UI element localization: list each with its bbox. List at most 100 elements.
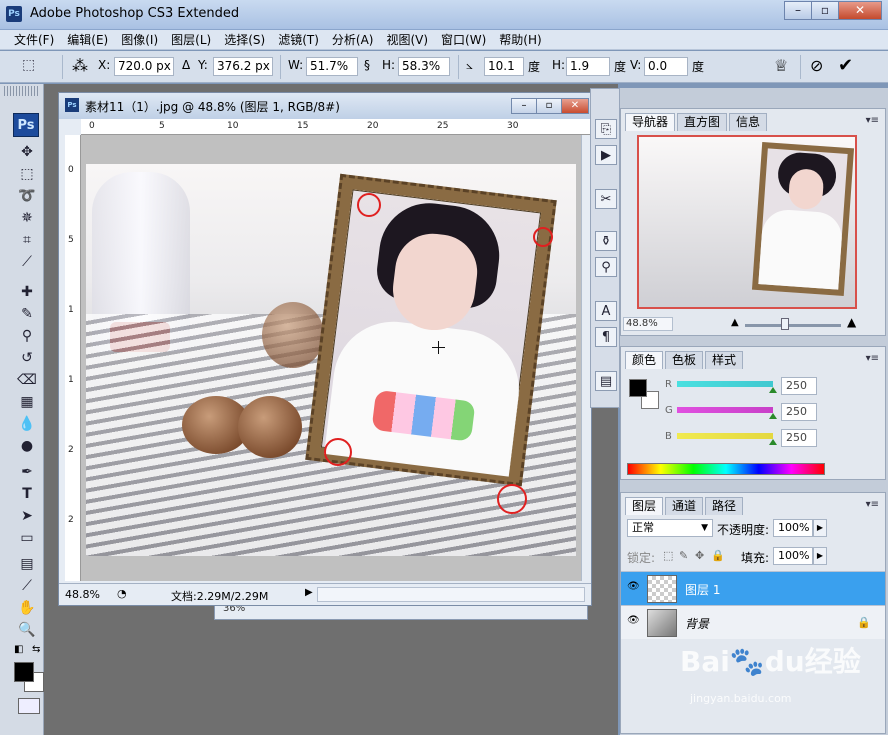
navigator-thumbnail[interactable] <box>637 135 857 309</box>
panel-menu-icon[interactable]: ▾≡ <box>866 353 879 364</box>
width-field[interactable]: 51.7% <box>306 57 358 76</box>
character-panel-icon[interactable]: A <box>595 301 617 321</box>
notes-tool-icon[interactable]: ▤ <box>16 554 38 574</box>
brush-tool-icon[interactable]: ✎ <box>16 304 38 324</box>
tab-layers[interactable]: 图层 <box>625 497 664 515</box>
tab-styles[interactable]: 样式 <box>705 351 744 369</box>
lasso-tool-icon[interactable]: ➰ <box>16 186 38 206</box>
clone-stamp-icon[interactable]: ⚲ <box>16 326 38 346</box>
menu-window[interactable]: 窗口(W) <box>441 31 486 48</box>
type-tool-icon[interactable]: T <box>16 484 38 504</box>
cancel-transform-icon[interactable]: ⊘ <box>810 56 823 75</box>
history-brush-icon[interactable]: ↺ <box>16 348 38 368</box>
transform-tool-icon[interactable]: ⬚ <box>22 57 35 73</box>
actions-panel-icon[interactable]: ▶ <box>595 145 617 165</box>
green-slider-knob[interactable] <box>769 413 777 419</box>
red-value-field[interactable]: 250 <box>781 377 817 395</box>
blue-slider-knob[interactable] <box>769 439 777 445</box>
navigator-zoom-slider[interactable] <box>745 324 841 327</box>
default-colors-icon[interactable]: ◧ <box>14 644 23 655</box>
transform-handle-bottom-left[interactable] <box>324 438 352 466</box>
commit-transform-icon[interactable]: ✔ <box>838 55 853 76</box>
doc-close-button[interactable]: ✕ <box>561 98 589 114</box>
horizontal-scrollbar[interactable] <box>317 587 585 602</box>
rotate-field[interactable]: 10.1 <box>484 57 524 76</box>
menu-filter[interactable]: 滤镜(T) <box>278 31 319 48</box>
menu-file[interactable]: 文件(F) <box>14 31 54 48</box>
height-field[interactable]: 58.3% <box>398 57 450 76</box>
lock-position-icon[interactable]: ✥ <box>695 549 704 562</box>
link-icon[interactable]: § <box>364 58 370 72</box>
slice-tool-icon[interactable]: ⟋ <box>16 252 38 272</box>
opacity-slider-button[interactable]: ▶ <box>813 519 827 537</box>
tab-channels[interactable]: 通道 <box>665 497 704 515</box>
menu-image[interactable]: 图像(I) <box>121 31 158 48</box>
zoom-out-icon[interactable]: ▲ <box>731 317 739 328</box>
menu-analysis[interactable]: 分析(A) <box>332 31 374 48</box>
marquee-tool-icon[interactable]: ⬚ <box>16 164 38 184</box>
red-slider[interactable] <box>677 381 773 387</box>
toolbox-grip[interactable] <box>4 86 39 96</box>
x-position-field[interactable]: 720.0 px <box>114 57 174 76</box>
tab-info[interactable]: 信息 <box>729 113 768 131</box>
shape-tool-icon[interactable]: ▭ <box>16 528 38 548</box>
color-foreground-swatch[interactable] <box>629 379 647 397</box>
transform-handle-bottom-right[interactable] <box>497 484 527 514</box>
zoom-tool-icon[interactable]: 🔍 <box>16 620 38 640</box>
eye-icon[interactable]: 👁 <box>627 582 640 592</box>
tab-histogram[interactable]: 直方图 <box>677 113 728 131</box>
fill-field[interactable]: 100% <box>773 547 813 565</box>
swap-colors-icon[interactable]: ⇆ <box>32 644 40 655</box>
color-spectrum-bar[interactable] <box>627 463 825 475</box>
paragraph-panel-icon[interactable]: ¶ <box>595 327 617 347</box>
foreground-color-swatch[interactable] <box>14 662 34 682</box>
menu-select[interactable]: 选择(S) <box>224 31 265 48</box>
quick-mask-icon[interactable] <box>18 698 40 714</box>
menu-help[interactable]: 帮助(H) <box>499 31 541 48</box>
magic-wand-tool-icon[interactable]: ✵ <box>16 208 38 228</box>
panel-menu-icon[interactable]: ▾≡ <box>866 499 879 510</box>
transform-handle-top-left[interactable] <box>357 193 381 217</box>
menu-layer[interactable]: 图层(L) <box>171 31 211 48</box>
v-skew-field[interactable]: 0.0 <box>644 57 688 76</box>
layer-comps-icon[interactable]: ▤ <box>595 371 617 391</box>
dodge-tool-icon[interactable]: ● <box>16 436 38 456</box>
blend-mode-select[interactable]: 正常 ▼ <box>627 519 713 537</box>
lock-all-icon[interactable]: 🔒 <box>711 549 725 562</box>
gradient-tool-icon[interactable]: ▦ <box>16 392 38 412</box>
eraser-tool-icon[interactable]: ⌫ <box>16 370 38 390</box>
blur-tool-icon[interactable]: 💧 <box>16 414 38 434</box>
clone-source-icon[interactable]: ⚲ <box>595 257 617 277</box>
tab-swatches[interactable]: 色板 <box>665 351 704 369</box>
crop-tool-icon[interactable]: ⌗ <box>16 230 38 250</box>
menu-view[interactable]: 视图(V) <box>386 31 428 48</box>
blue-slider[interactable] <box>677 433 773 439</box>
path-select-icon[interactable]: ➤ <box>16 506 38 526</box>
eye-icon[interactable]: 👁 <box>627 616 640 626</box>
healing-brush-icon[interactable]: ✚ <box>16 282 38 302</box>
tab-navigator[interactable]: 导航器 <box>625 113 676 131</box>
navigator-zoom-field[interactable]: 48.8% <box>623 317 673 331</box>
lock-pixels-icon[interactable]: ✎ <box>679 549 688 562</box>
green-value-field[interactable]: 250 <box>781 403 817 421</box>
opacity-field[interactable]: 100% <box>773 519 813 537</box>
navigator-zoom-knob[interactable] <box>781 318 789 330</box>
minimize-button[interactable]: – <box>784 1 812 20</box>
menu-edit[interactable]: 编辑(E) <box>67 31 108 48</box>
h-skew-field[interactable]: 1.9 <box>566 57 610 76</box>
doc-minimize-button[interactable]: – <box>511 98 537 114</box>
y-position-field[interactable]: 376.2 px <box>213 57 273 76</box>
delta-icon[interactable]: Δ <box>182 58 190 72</box>
zoom-in-icon[interactable]: ▲ <box>847 315 856 329</box>
lock-transparent-icon[interactable]: ⬚ <box>663 549 673 562</box>
panel-menu-icon[interactable]: ▾≡ <box>866 115 879 126</box>
history-panel-icon[interactable]: ⎘ <box>595 119 617 139</box>
warp-mode-icon[interactable]: ♕ <box>774 56 788 75</box>
brushes-panel-icon[interactable]: ⚱ <box>595 231 617 251</box>
blue-value-field[interactable]: 250 <box>781 429 817 447</box>
red-slider-knob[interactable] <box>769 387 777 393</box>
move-tool-icon[interactable]: ✥ <box>16 142 38 162</box>
close-button[interactable]: ✕ <box>838 1 882 20</box>
reference-point-icon[interactable]: ⁂ <box>72 56 88 75</box>
status-arrow-icon[interactable]: ▶ <box>305 587 313 598</box>
